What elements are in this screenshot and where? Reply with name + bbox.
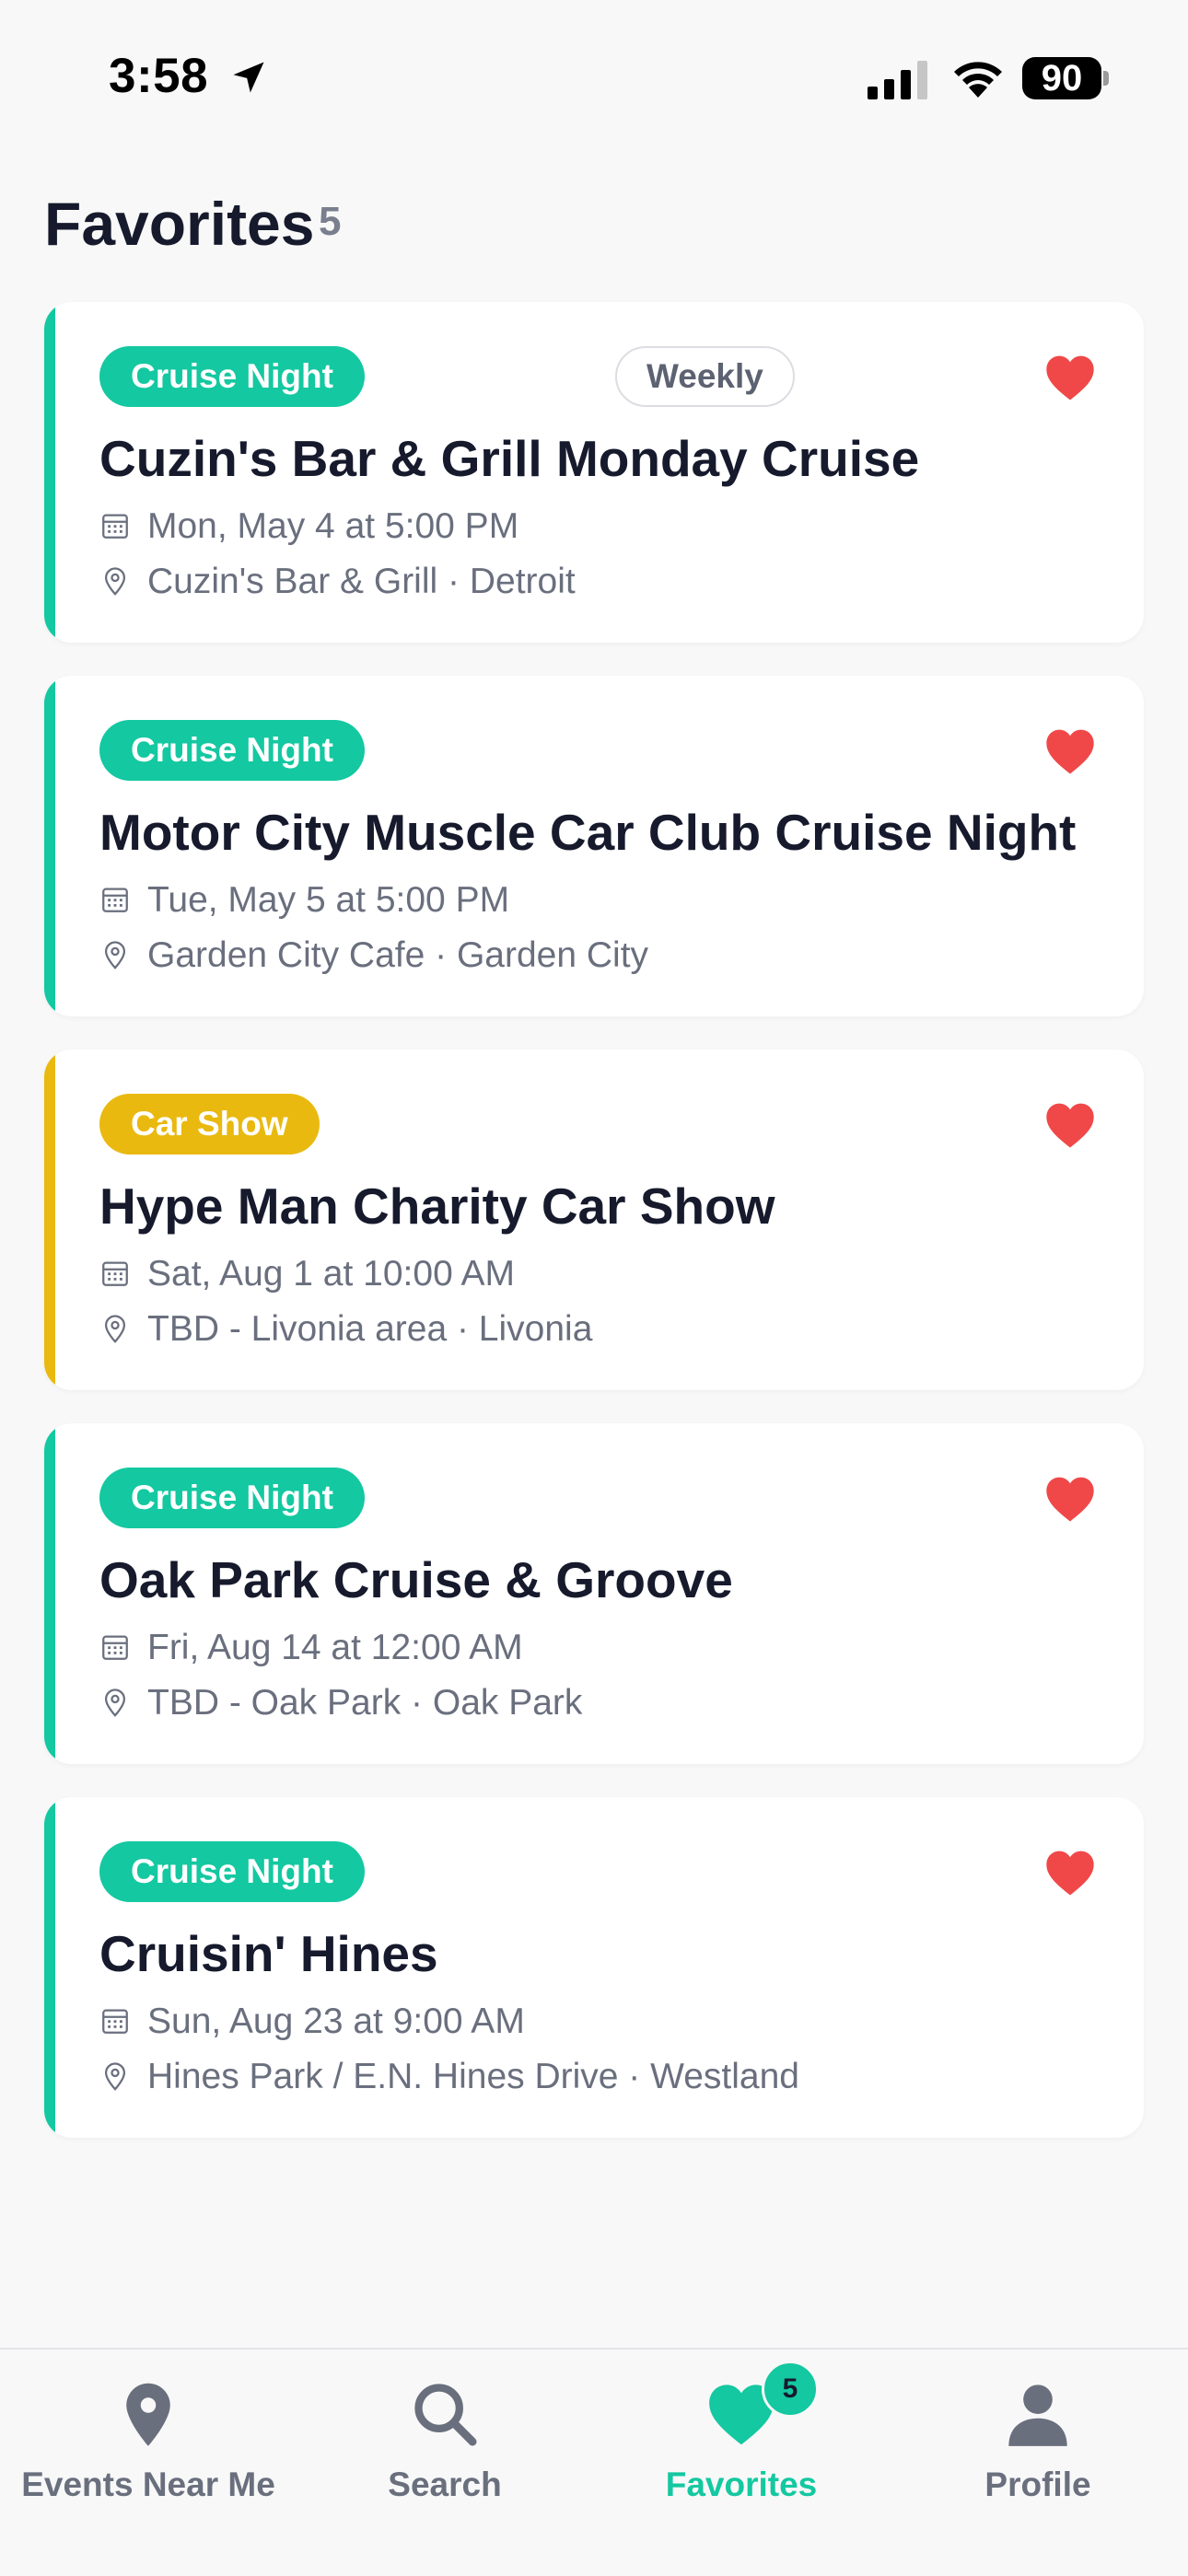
event-date-row: Tue, May 5 at 5:00 PM	[99, 880, 509, 921]
favorites-badge: 5	[762, 2361, 819, 2418]
bottom-tab-bar: Events Near Me Search 5 Favorites Profil…	[0, 2348, 1188, 2576]
category-tag: Cruise Night	[99, 346, 365, 407]
favorite-heart-icon[interactable]	[1044, 1101, 1096, 1149]
tab-events-near-me[interactable]: Events Near Me	[0, 2370, 297, 2508]
event-location: TBD - Livonia area · Livonia	[147, 1309, 593, 1349]
favorite-heart-icon[interactable]	[1044, 354, 1096, 401]
event-location: Cuzin's Bar & Grill · Detroit	[147, 562, 576, 601]
event-date: Fri, Aug 14 at 12:00 AM	[147, 1628, 523, 1667]
event-location-row: Garden City Cafe · Garden City	[99, 935, 648, 976]
event-location: Hines Park / E.N. Hines Drive · Westland	[147, 2057, 799, 2096]
event-date-row: Mon, May 4 at 5:00 PM	[99, 506, 518, 547]
event-date-row: Sun, Aug 23 at 9:00 AM	[99, 2002, 525, 2042]
battery-icon: 90	[1022, 57, 1109, 99]
event-title: Oak Park Cruise & Groove	[99, 1551, 733, 1608]
category-tag: Car Show	[99, 1094, 320, 1155]
wifi-icon	[954, 62, 1002, 98]
calendar-icon	[102, 2009, 128, 2034]
cellular-signal-icon	[868, 61, 927, 99]
status-bar: 3:58 90	[0, 0, 1188, 157]
card-accent-bar	[44, 1423, 55, 1764]
search-icon	[414, 2384, 477, 2446]
tab-label: Search	[388, 2466, 502, 2503]
battery-level: 90	[1022, 57, 1101, 99]
location-pin-icon	[104, 941, 126, 969]
event-card[interactable]: Cruise Night Cruisin' Hines Sun, Aug 23 …	[44, 1797, 1144, 2138]
event-location: Garden City Cafe · Garden City	[147, 935, 649, 975]
tab-label: Favorites	[665, 2466, 818, 2503]
tab-search[interactable]: Search	[297, 2370, 593, 2508]
calendar-icon	[102, 888, 128, 912]
event-location-row: TBD - Livonia area · Livonia	[99, 1309, 592, 1350]
event-date-row: Fri, Aug 14 at 12:00 AM	[99, 1628, 523, 1668]
recurrence-badge: Weekly	[615, 346, 795, 407]
status-time: 3:58	[109, 49, 209, 103]
location-pin-icon	[104, 567, 126, 596]
event-card[interactable]: Cruise Night Oak Park Cruise & Groove Fr…	[44, 1423, 1144, 1764]
event-date: Sun, Aug 23 at 9:00 AM	[147, 2002, 525, 2041]
event-location: TBD - Oak Park · Oak Park	[147, 1683, 583, 1723]
event-card[interactable]: Cruise Night Weekly Cuzin's Bar & Grill …	[44, 302, 1144, 643]
page-title: Favorites	[44, 190, 315, 258]
card-accent-bar	[44, 676, 55, 1016]
location-arrow-icon	[233, 62, 264, 93]
event-date-row: Sat, Aug 1 at 10:00 AM	[99, 1254, 515, 1294]
calendar-icon	[102, 1635, 128, 1660]
card-accent-bar	[44, 1050, 55, 1390]
person-icon	[1008, 2385, 1067, 2446]
category-tag: Cruise Night	[99, 720, 365, 781]
event-location-row: Cuzin's Bar & Grill · Detroit	[99, 562, 576, 602]
tab-profile[interactable]: Profile	[890, 2370, 1186, 2508]
tab-favorites[interactable]: 5 Favorites	[593, 2361, 890, 2508]
location-pin-icon	[104, 1315, 126, 1343]
category-tag: Cruise Night	[99, 1468, 365, 1528]
event-date: Mon, May 4 at 5:00 PM	[147, 506, 519, 546]
favorites-count: 5	[319, 199, 342, 244]
tab-label: Profile	[984, 2466, 1091, 2503]
location-pin-icon	[104, 2062, 126, 2091]
event-location-row: TBD - Oak Park · Oak Park	[99, 1683, 582, 1723]
favorite-heart-icon[interactable]	[1044, 1475, 1096, 1523]
calendar-icon	[102, 1261, 128, 1286]
map-pin-icon	[126, 2383, 170, 2446]
event-location-row: Hines Park / E.N. Hines Drive · Westland	[99, 2057, 799, 2097]
event-date: Sat, Aug 1 at 10:00 AM	[147, 1254, 515, 1294]
tab-label: Events Near Me	[21, 2466, 275, 2503]
event-title: Cuzin's Bar & Grill Monday Cruise	[99, 430, 920, 487]
event-title: Cruisin' Hines	[99, 1925, 438, 1982]
category-tag: Cruise Night	[99, 1841, 365, 1902]
location-pin-icon	[104, 1688, 126, 1717]
card-accent-bar	[44, 1797, 55, 2138]
favorite-heart-icon[interactable]	[1044, 1849, 1096, 1897]
favorite-heart-icon[interactable]	[1044, 727, 1096, 775]
card-accent-bar	[44, 302, 55, 643]
event-title: Hype Man Charity Car Show	[99, 1178, 775, 1235]
calendar-icon	[102, 514, 128, 539]
event-card[interactable]: Car Show Hype Man Charity Car Show Sat, …	[44, 1050, 1144, 1390]
event-date: Tue, May 5 at 5:00 PM	[147, 880, 510, 920]
event-title: Motor City Muscle Car Club Cruise Night	[99, 804, 1077, 861]
event-card[interactable]: Cruise Night Motor City Muscle Car Club …	[44, 676, 1144, 1016]
